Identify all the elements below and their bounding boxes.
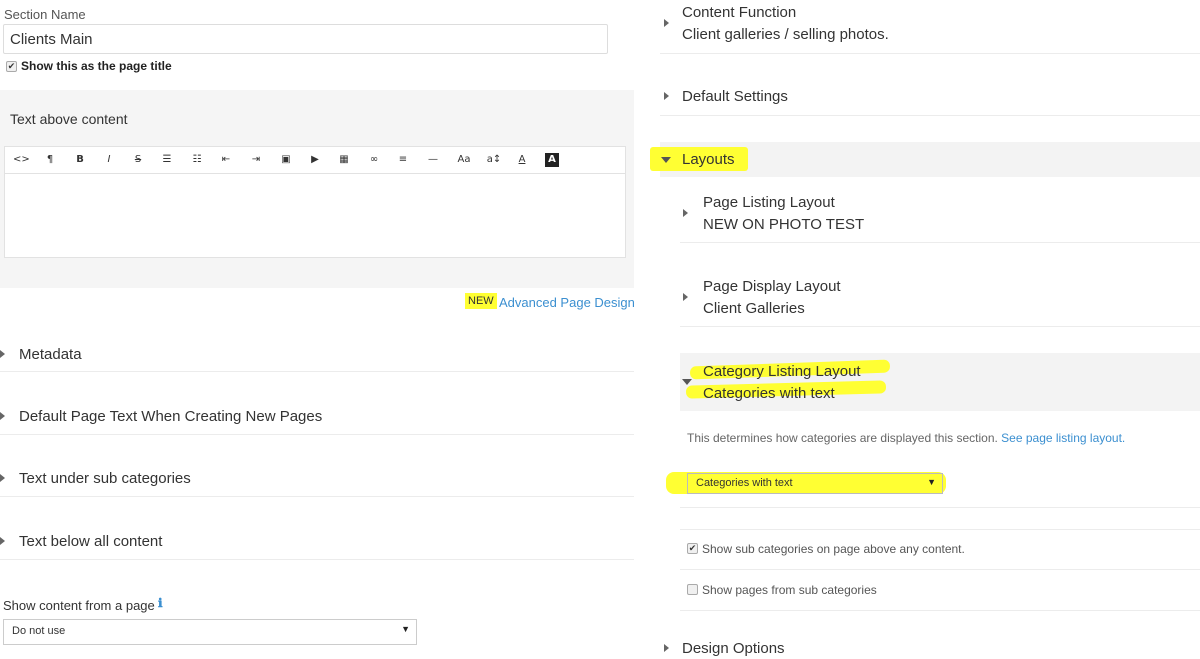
align-icon[interactable]: ≡ [396, 153, 410, 167]
category-help-text: This determines how categories are displ… [687, 431, 1125, 445]
collapse-arrow-icon [661, 157, 671, 163]
divider [680, 326, 1200, 327]
expand-arrow-icon [683, 209, 688, 217]
collapse-arrow-icon [682, 379, 692, 385]
expand-arrow-icon [664, 92, 669, 100]
section-label: Layouts [682, 151, 735, 168]
section-content-function[interactable]: Content Function Client galleries / sell… [660, 4, 1200, 52]
select-value: Do not use [12, 625, 66, 637]
horizontal-rule-icon[interactable]: — [426, 153, 440, 167]
category-listing-select[interactable]: Categories with text ▼ [687, 473, 943, 494]
section-name-input[interactable]: Clients Main [3, 24, 608, 54]
divider [680, 610, 1200, 611]
info-icon[interactable]: ℹ [158, 596, 163, 610]
section-label: Text under sub categories [19, 470, 191, 487]
dropdown-arrow-icon: ▼ [401, 624, 410, 634]
strikethrough-icon[interactable]: S [131, 153, 145, 167]
help-text: This determines how categories are displ… [687, 431, 998, 445]
divider [0, 559, 634, 560]
show-title-checkbox[interactable]: ✔ [6, 61, 17, 72]
editor-toolbar: <> ¶ B I S ☰ ☷ ⇤ ⇥ ▣ ▶ ▦ ∞ ≡ — Aa a↕ A A [4, 146, 626, 174]
section-value: Client Galleries [703, 300, 805, 317]
indent-icon[interactable]: ⇥ [249, 153, 263, 167]
section-title: Category Listing Layout [703, 363, 861, 380]
show-content-select[interactable]: Do not use ▼ [3, 619, 417, 645]
expand-arrow-icon [0, 474, 5, 482]
section-page-listing-layout[interactable]: Page Listing Layout NEW ON PHOTO TEST [680, 194, 1200, 242]
section-page-display-layout[interactable]: Page Display Layout Client Galleries [680, 278, 1200, 326]
section-category-listing-layout[interactable]: Category Listing Layout Categories with … [680, 363, 1200, 411]
advanced-page-design-link[interactable]: Advanced Page Design [499, 295, 635, 310]
paragraph-icon[interactable]: ¶ [43, 153, 57, 167]
section-title: Content Function [682, 4, 797, 21]
show-content-label: Show content from a page [3, 598, 155, 613]
expand-arrow-icon [0, 537, 5, 545]
section-title: Page Display Layout [703, 278, 841, 295]
font-size-icon[interactable]: Aa [455, 153, 473, 167]
dropdown-arrow-icon: ▼ [927, 477, 936, 487]
section-label: Design Options [682, 640, 785, 657]
section-label: Text below all content [19, 533, 163, 550]
divider [680, 242, 1200, 243]
show-title-label: Show this as the page title [21, 59, 172, 73]
expand-arrow-icon [683, 293, 688, 301]
section-label: Metadata [19, 346, 82, 363]
section-title: Page Listing Layout [703, 194, 835, 211]
show-sub-categories-label: Show sub categories on page above any co… [702, 542, 965, 556]
text-above-editor-panel: Text above content <> ¶ B I S ☰ ☷ ⇤ ⇥ ▣ ▶ ▦ ∞ ≡ — Aa a↕ A… [0, 90, 634, 288]
show-pages-sub-checkbox[interactable] [687, 584, 698, 595]
expand-arrow-icon [664, 19, 669, 27]
divider [0, 371, 634, 372]
divider [0, 434, 634, 435]
bold-icon[interactable]: B [73, 153, 87, 167]
editor-text-area[interactable] [4, 174, 626, 258]
bullet-list-icon[interactable]: ☰ [160, 153, 174, 167]
italic-icon[interactable]: I [102, 153, 116, 167]
image-icon[interactable]: ▣ [279, 153, 293, 167]
expand-arrow-icon [664, 644, 669, 652]
divider [0, 496, 634, 497]
section-label: Default Page Text When Creating New Page… [19, 408, 323, 425]
expand-arrow-icon [0, 412, 5, 420]
divider [660, 115, 1200, 116]
section-value: NEW ON PHOTO TEST [703, 216, 865, 233]
divider [680, 569, 1200, 570]
divider [680, 529, 1200, 530]
code-icon[interactable]: <> [13, 153, 30, 167]
see-page-listing-link[interactable]: See page listing layout. [1001, 431, 1125, 445]
new-badge: NEW [465, 293, 497, 309]
section-label: Default Settings [682, 88, 788, 105]
table-icon[interactable]: ▦ [337, 153, 351, 167]
video-icon[interactable]: ▶ [308, 153, 322, 167]
expand-arrow-icon [0, 350, 5, 358]
show-sub-categories-checkbox[interactable]: ✔ [687, 543, 698, 554]
line-height-icon[interactable]: a↕ [485, 153, 503, 167]
section-name-label: Section Name [4, 7, 86, 22]
numbered-list-icon[interactable]: ☷ [190, 153, 204, 167]
text-above-label: Text above content [10, 111, 128, 127]
divider [660, 53, 1200, 54]
select-value: Categories with text [696, 477, 793, 489]
section-value: Client galleries / selling photos. [682, 26, 889, 43]
highlight-icon[interactable]: A [545, 153, 559, 167]
font-color-icon[interactable]: A [515, 153, 529, 167]
outdent-icon[interactable]: ⇤ [219, 153, 233, 167]
section-value: Categories with text [703, 385, 835, 402]
link-icon[interactable]: ∞ [367, 153, 381, 167]
divider [680, 507, 1200, 508]
show-pages-sub-label: Show pages from sub categories [702, 583, 877, 597]
